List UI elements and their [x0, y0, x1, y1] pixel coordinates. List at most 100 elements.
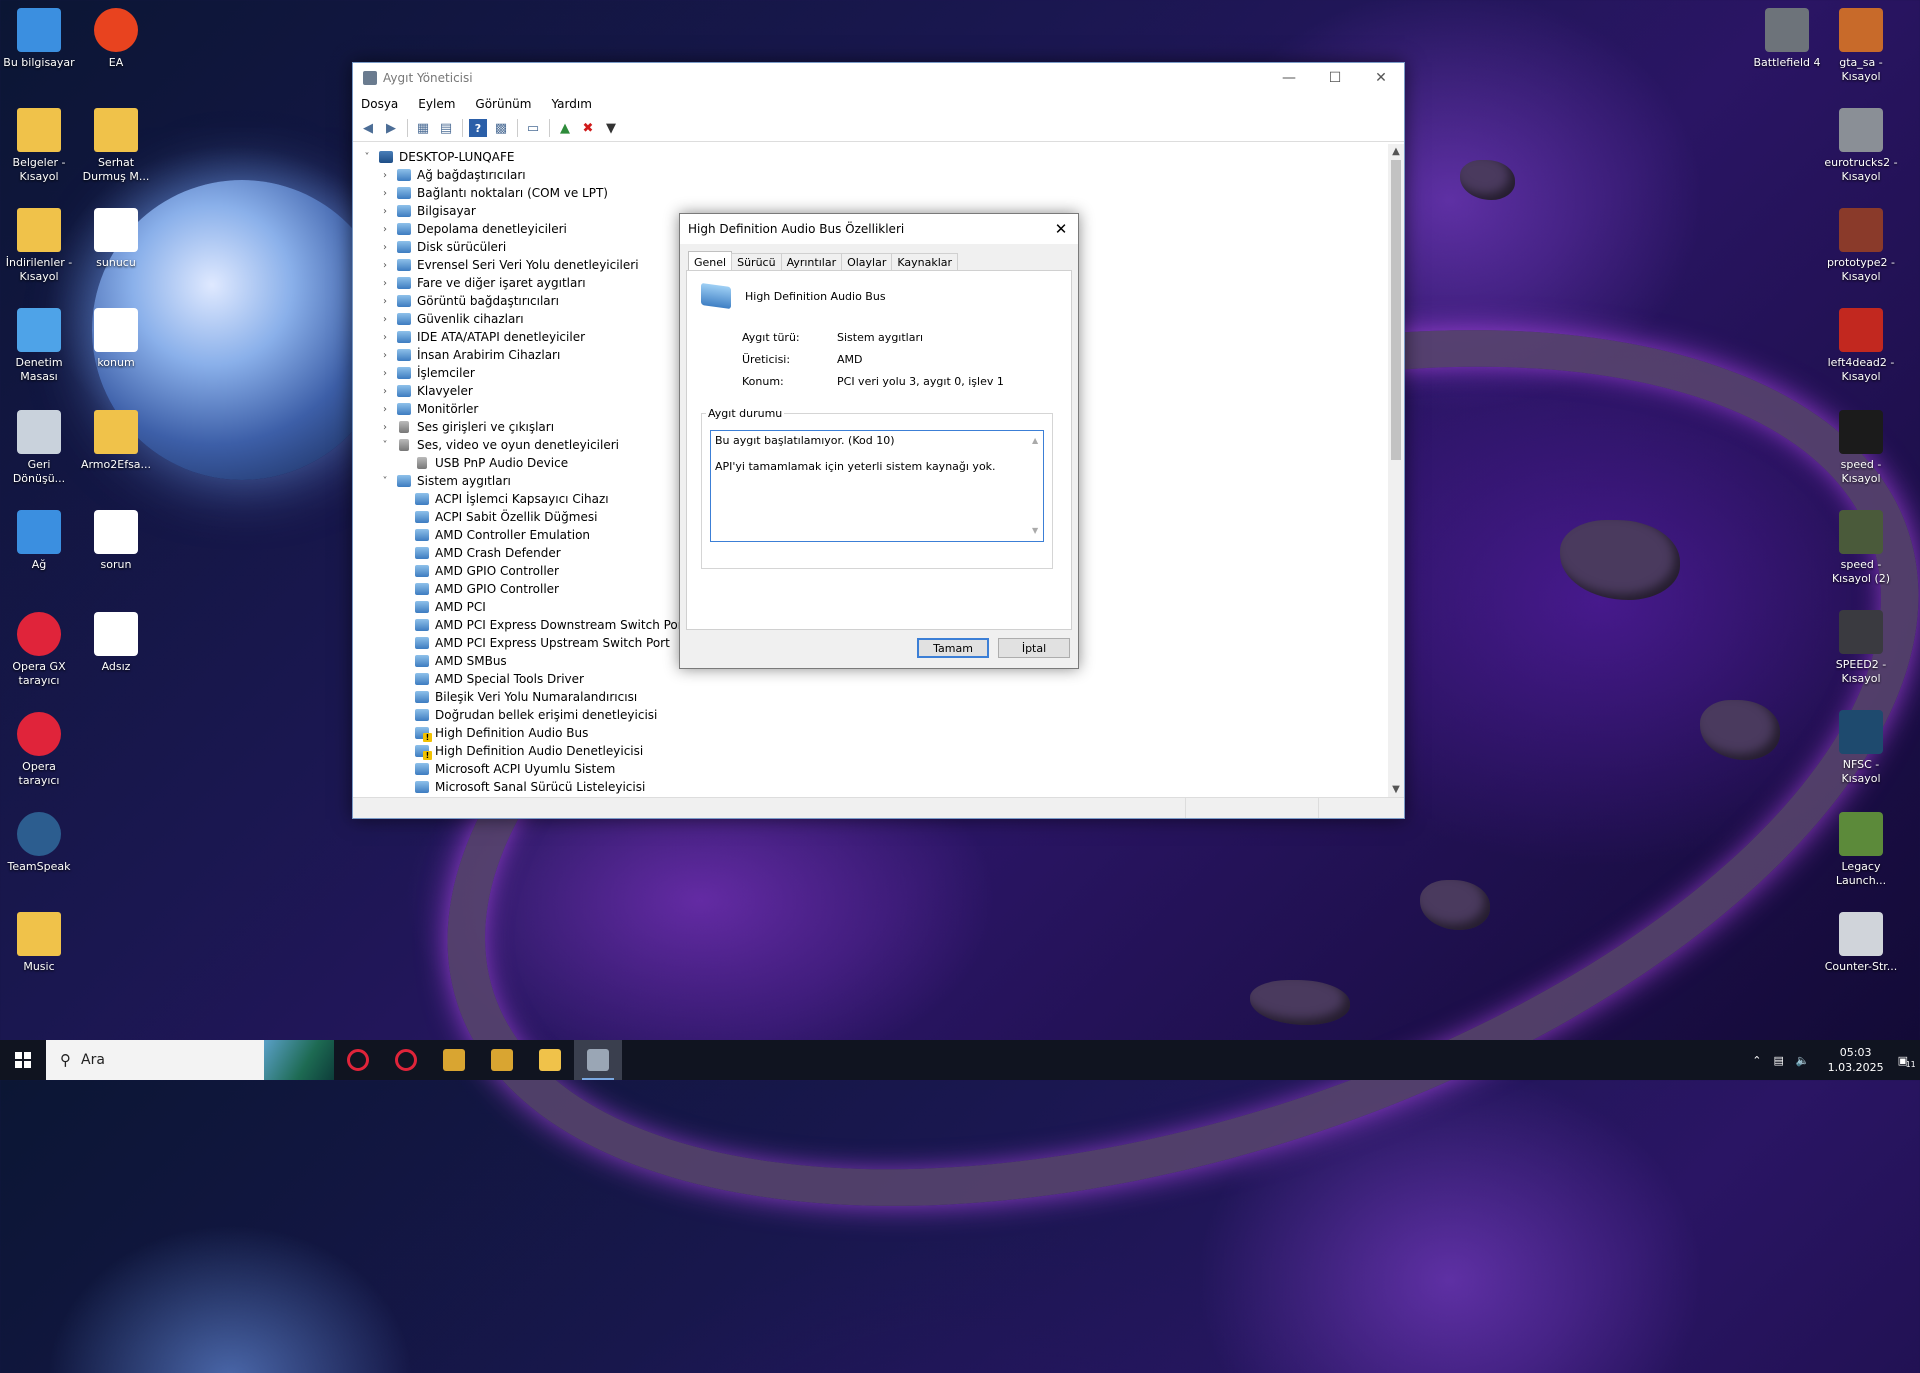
taskbar-app[interactable]: [574, 1040, 622, 1080]
desktop-icon[interactable]: konum: [77, 308, 155, 370]
device-status-textbox[interactable]: Bu aygıt başlatılamıyor. (Kod 10) API'yi…: [710, 430, 1044, 542]
menu-help[interactable]: Yardım: [551, 97, 591, 111]
scrollbar-thumb[interactable]: [1391, 160, 1401, 460]
desktop-icon[interactable]: speed - Kısayol: [1822, 410, 1900, 486]
close-button[interactable]: ✕: [1358, 63, 1404, 93]
collapse-chevron-icon[interactable]: ˅: [361, 152, 373, 163]
cancel-button[interactable]: İptal: [998, 638, 1070, 658]
desktop-icon[interactable]: Armo2Efsa...: [77, 410, 155, 472]
uninstall-device-icon[interactable]: ✖: [579, 119, 597, 137]
desktop-icon[interactable]: Counter-Str...: [1822, 912, 1900, 974]
desktop-icon[interactable]: Opera GX tarayıcı: [0, 612, 78, 688]
desktop-icon[interactable]: sorun: [77, 510, 155, 572]
collapse-chevron-icon[interactable]: ˅: [379, 440, 391, 451]
ok-button[interactable]: Tamam: [917, 638, 989, 658]
taskbar-app[interactable]: [430, 1040, 478, 1080]
download-icon[interactable]: ▼: [602, 119, 620, 137]
desktop-icon[interactable]: Music: [0, 912, 78, 974]
expand-chevron-icon[interactable]: ›: [379, 314, 391, 325]
properties-icon[interactable]: ▤: [437, 119, 455, 137]
desktop-icon[interactable]: İndirilenler - Kısayol: [0, 208, 78, 284]
tree-device[interactable]: Microsoft Sanal Sürücü Listeleyicisi: [353, 778, 1388, 796]
desktop-icon[interactable]: Geri Dönüşü...: [0, 410, 78, 486]
desktop-icon[interactable]: EA: [77, 8, 155, 70]
taskbar-app[interactable]: [526, 1040, 574, 1080]
tab-general[interactable]: Genel: [688, 251, 733, 272]
scan-hardware-icon[interactable]: ▭: [524, 119, 542, 137]
expand-chevron-icon[interactable]: ›: [379, 386, 391, 397]
expand-chevron-icon[interactable]: ›: [379, 260, 391, 271]
scroll-down-icon[interactable]: ▼: [1032, 524, 1038, 538]
expand-chevron-icon[interactable]: ›: [379, 404, 391, 415]
forward-arrow-icon[interactable]: ▶: [382, 119, 400, 137]
expand-chevron-icon[interactable]: ›: [379, 206, 391, 217]
tree-device[interactable]: Bileşik Veri Yolu Numaralandırıcısı: [353, 688, 1388, 706]
desktop-icon[interactable]: Denetim Masası: [0, 308, 78, 384]
update-driver-icon[interactable]: ▲: [556, 119, 574, 137]
textbox-scrollbar[interactable]: ▲ ▼: [1030, 432, 1042, 540]
minimize-button[interactable]: —: [1266, 63, 1312, 93]
expand-chevron-icon[interactable]: ›: [379, 332, 391, 343]
tree-root[interactable]: ˅ DESKTOP-LUNQAFE: [353, 148, 1388, 166]
scroll-up-icon[interactable]: ▲: [1388, 144, 1404, 160]
dialog-close-icon[interactable]: ✕: [1044, 220, 1078, 238]
tree-category[interactable]: › Ağ bağdaştırıcıları: [353, 166, 1388, 184]
collapse-chevron-icon[interactable]: ˅: [379, 476, 391, 487]
vertical-scrollbar[interactable]: ▲ ▼: [1388, 144, 1404, 798]
show-hide-console-tree-icon[interactable]: ▦: [414, 119, 432, 137]
expand-chevron-icon[interactable]: ›: [379, 350, 391, 361]
desktop-icon[interactable]: prototype2 - Kısayol: [1822, 208, 1900, 284]
expand-chevron-icon[interactable]: ›: [379, 224, 391, 235]
desktop-icon[interactable]: Belgeler - Kısayol: [0, 108, 78, 184]
tree-category[interactable]: › Bağlantı noktaları (COM ve LPT): [353, 184, 1388, 202]
chevron-up-icon[interactable]: ⌃: [1752, 1054, 1761, 1067]
taskbar-app[interactable]: [382, 1040, 430, 1080]
tree-device[interactable]: AMD Special Tools Driver: [353, 670, 1388, 688]
notification-center-icon[interactable]: ▣ 11: [1898, 1054, 1916, 1069]
start-button[interactable]: [0, 1040, 46, 1080]
tree-device[interactable]: Doğrudan bellek erişimi denetleyicisi: [353, 706, 1388, 724]
desktop-icon[interactable]: Opera tarayıcı: [0, 712, 78, 788]
help-icon[interactable]: ?: [469, 119, 487, 137]
network-icon[interactable]: ▤: [1774, 1054, 1784, 1067]
tree-device[interactable]: High Definition Audio Denetleyicisi: [353, 742, 1388, 760]
back-arrow-icon[interactable]: ◀: [359, 119, 377, 137]
view-icon[interactable]: ▩: [492, 119, 510, 137]
taskbar-search-box[interactable]: ⚲ Ara: [46, 1040, 334, 1080]
scroll-up-icon[interactable]: ▲: [1032, 434, 1038, 448]
desktop-icon[interactable]: Battlefield 4: [1748, 8, 1826, 70]
menu-file[interactable]: Dosya: [361, 97, 398, 111]
desktop-icon[interactable]: gta_sa - Kısayol: [1822, 8, 1900, 84]
taskbar-app[interactable]: [334, 1040, 382, 1080]
taskbar-app[interactable]: [478, 1040, 526, 1080]
volume-icon[interactable]: 🔈: [1796, 1054, 1810, 1067]
menu-view[interactable]: Görünüm: [475, 97, 531, 111]
title-bar[interactable]: Aygıt Yöneticisi — ☐ ✕: [353, 63, 1404, 93]
desktop-icon[interactable]: sunucu: [77, 208, 155, 270]
desktop-icon[interactable]: SPEED2 - Kısayol: [1822, 610, 1900, 686]
desktop-icon[interactable]: Ağ: [0, 510, 78, 572]
tree-device[interactable]: Microsoft ACPI Uyumlu Sistem: [353, 760, 1388, 778]
expand-chevron-icon[interactable]: ›: [379, 422, 391, 433]
desktop-icon[interactable]: Adsız: [77, 612, 155, 674]
tree-device[interactable]: High Definition Audio Bus: [353, 724, 1388, 742]
desktop-icon[interactable]: NFSC - Kısayol: [1822, 710, 1900, 786]
menu-action[interactable]: Eylem: [418, 97, 455, 111]
expand-chevron-icon[interactable]: ›: [379, 170, 391, 181]
expand-chevron-icon[interactable]: ›: [379, 242, 391, 253]
clock[interactable]: 05:03 1.03.2025: [1828, 1045, 1884, 1075]
expand-chevron-icon[interactable]: ›: [379, 278, 391, 289]
expand-chevron-icon[interactable]: ›: [379, 188, 391, 199]
desktop-icon[interactable]: left4dead2 - Kısayol: [1822, 308, 1900, 384]
desktop-icon[interactable]: eurotrucks2 - Kısayol: [1822, 108, 1900, 184]
expand-chevron-icon[interactable]: ›: [379, 368, 391, 379]
desktop-icon[interactable]: Legacy Launch...: [1822, 812, 1900, 888]
dialog-title-bar[interactable]: High Definition Audio Bus Özellikleri ✕: [680, 214, 1078, 244]
scroll-down-icon[interactable]: ▼: [1388, 782, 1404, 798]
desktop-icon[interactable]: Serhat Durmuş M...: [77, 108, 155, 184]
expand-chevron-icon[interactable]: ›: [379, 296, 391, 307]
maximize-button[interactable]: ☐: [1312, 63, 1358, 93]
desktop-icon[interactable]: speed - Kısayol (2): [1822, 510, 1900, 586]
desktop-icon[interactable]: Bu bilgisayar: [0, 8, 78, 70]
desktop-icon[interactable]: TeamSpeak: [0, 812, 78, 874]
